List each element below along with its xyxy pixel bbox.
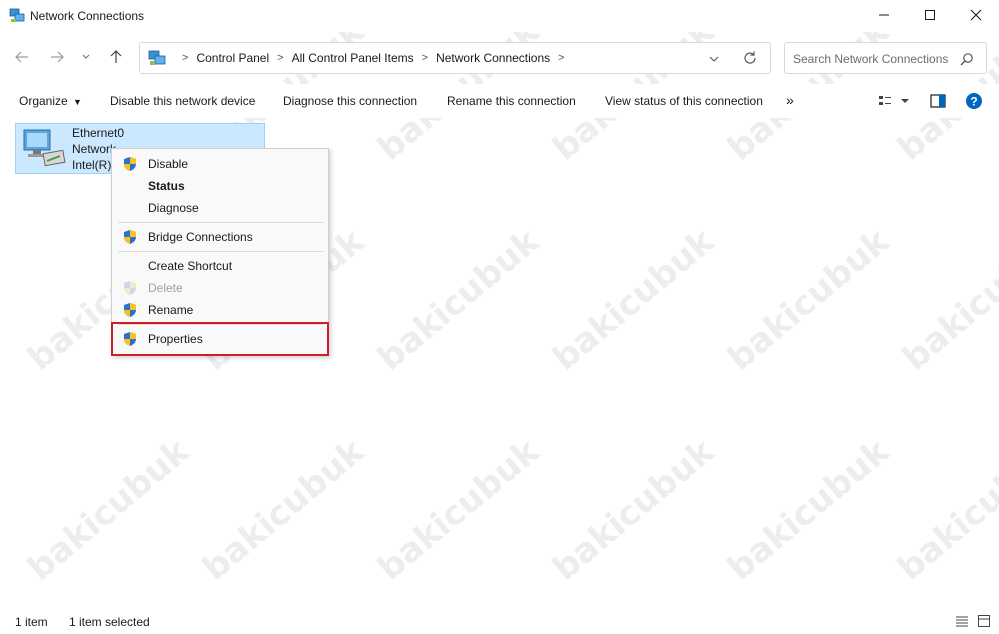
menu-item-rename[interactable]: Rename [112,299,328,321]
breadcrumb-control-panel[interactable]: Control Panel [196,51,269,65]
menu-label-rename: Rename [148,303,194,317]
uac-shield-icon [122,229,138,245]
connection-network: Network [72,142,117,156]
view-status-button[interactable]: View status of this connection [605,94,763,108]
rename-button[interactable]: Rename this connection [447,94,576,108]
menu-label-shortcut: Create Shortcut [148,259,233,273]
preview-pane-icon[interactable] [929,93,947,109]
forward-button[interactable] [46,47,68,69]
item-count: 1 item [15,615,48,629]
chevron-down-icon [81,51,91,65]
command-bar: Organize ▼ Disable this network device D… [0,84,999,118]
close-button[interactable] [953,0,999,32]
up-button[interactable] [105,47,127,69]
help-icon[interactable]: ? [965,93,983,109]
selected-count: 1 item selected [69,615,150,629]
minimize-button[interactable] [861,0,907,32]
chevron-right-icon[interactable]: > [558,52,564,64]
connection-name: Ethernet0 [72,126,125,140]
uac-shield-icon [122,302,138,318]
menu-item-delete: Delete [112,277,328,299]
minimize-icon [878,9,890,24]
back-button[interactable] [11,47,33,69]
arrow-right-icon [50,50,64,67]
title-bar[interactable]: Network Connections [0,0,999,32]
refresh-icon[interactable] [742,50,758,66]
status-bar: 1 item 1 item selected [0,606,999,634]
change-view-icon[interactable] [876,93,894,109]
svg-text:?: ? [970,95,977,109]
more-commands-button[interactable]: » [786,92,794,108]
properties-highlight-box [111,322,329,356]
chevron-right-icon[interactable]: > [422,52,428,64]
details-view-icon[interactable] [955,614,969,628]
menu-label-delete: Delete [148,281,183,295]
organize-button[interactable]: Organize ▼ [19,94,82,108]
uac-shield-icon [122,280,138,296]
connection-adapter: Intel(R) [72,158,112,172]
menu-label-diagnose: Diagnose [148,201,199,215]
menu-separator [118,222,324,223]
menu-item-bridge-connections[interactable]: Bridge Connections [112,226,328,248]
menu-item-status[interactable]: Status [112,175,328,197]
uac-shield-icon [122,156,138,172]
diagnose-button[interactable]: Diagnose this connection [283,94,417,108]
arrow-left-icon [15,50,29,67]
address-history-chevron-down-icon[interactable] [706,51,722,67]
close-icon [970,9,982,24]
control-panel-icon [148,50,166,66]
caret-down-icon: ▼ [73,97,82,107]
network-connections-icon [9,8,25,24]
menu-item-disable[interactable]: Disable [112,153,328,175]
menu-item-diagnose[interactable]: Diagnose [112,197,328,219]
menu-label-status: Status [148,179,185,193]
maximize-button[interactable] [907,0,953,32]
menu-item-create-shortcut[interactable]: Create Shortcut [112,255,328,277]
search-input[interactable]: Search Network Connections [784,42,987,74]
maximize-icon [924,9,936,24]
arrow-up-icon [109,49,123,67]
window-title: Network Connections [30,9,145,23]
breadcrumb: > Control Panel > All Control Panel Item… [174,43,573,73]
menu-label-bridge: Bridge Connections [148,230,253,244]
chevron-right-icon: > [182,52,189,64]
disable-device-button[interactable]: Disable this network device [110,94,255,108]
menu-separator [118,251,324,252]
large-icons-view-icon[interactable] [977,614,991,628]
breadcrumb-network-connections[interactable]: Network Connections [436,51,550,65]
breadcrumb-all-control-panel-items[interactable]: All Control Panel Items [292,51,414,65]
network-adapter-icon [20,128,68,168]
organize-label: Organize [19,94,68,108]
navigation-bar: > Control Panel > All Control Panel Item… [0,40,999,76]
recent-locations-button[interactable] [76,47,96,69]
view-options-caret-down-icon[interactable] [898,93,912,109]
menu-label-disable: Disable [148,157,189,171]
search-icon[interactable] [960,52,974,66]
address-bar[interactable]: > Control Panel > All Control Panel Item… [139,42,771,74]
search-placeholder: Search Network Connections [793,52,949,66]
chevron-right-icon[interactable]: > [277,52,283,64]
